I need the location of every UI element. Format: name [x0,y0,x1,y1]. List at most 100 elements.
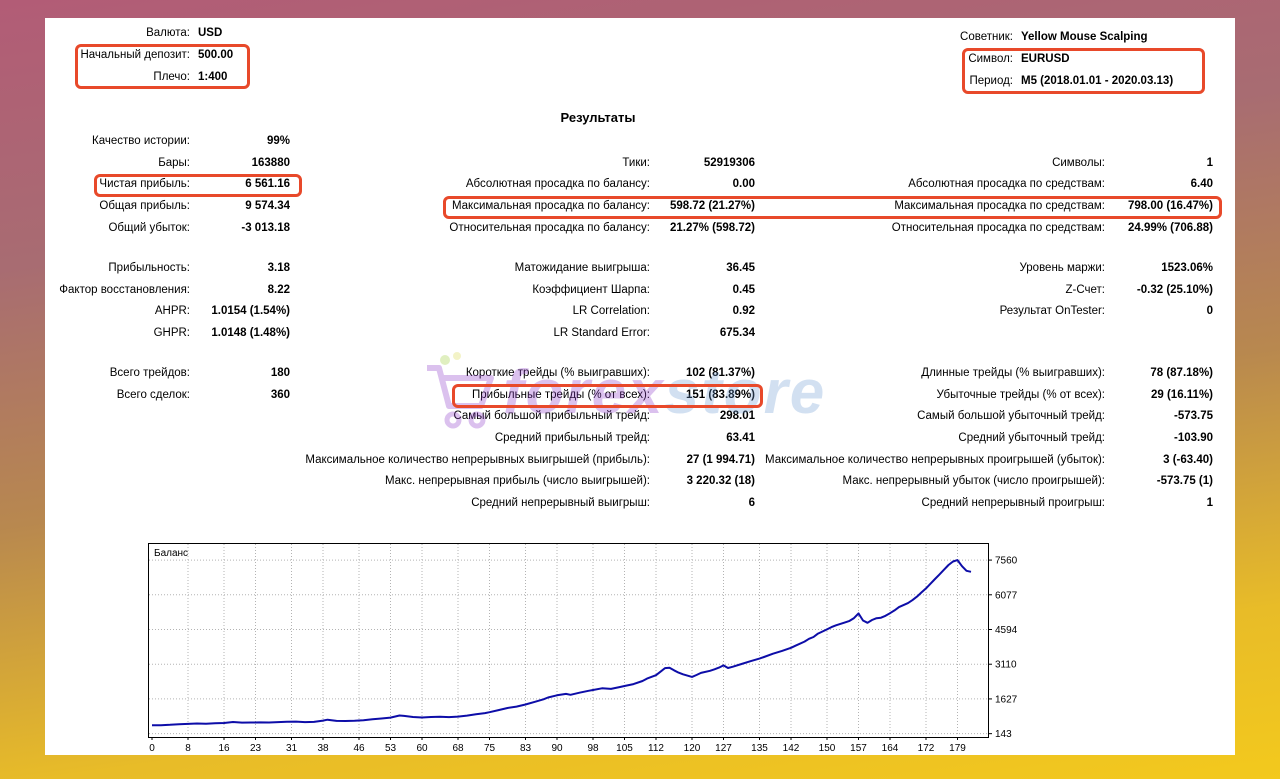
x-tick-label: 105 [616,743,633,754]
stat-value: 0.00 [650,174,755,196]
stat-label: Тики: [290,153,650,175]
x-tick-label: 90 [551,743,563,754]
stats-section-ratios: Прибыльность:3.18Матожидание выигрыша:36… [45,258,1213,345]
account-info-right: Советник: Yellow Mouse Scalping Символ: … [745,26,1173,92]
stat-label [45,493,190,515]
currency-value: USD [198,22,222,44]
stat-value: 0 [1105,301,1213,323]
deposit-row: Начальный депозит: 500.00 [45,44,233,66]
stat-value: 6 [650,493,755,515]
x-tick-label: 8 [185,743,191,754]
stat-label: Средний убыточный трейд: [755,428,1105,450]
stat-value: 6.40 [1105,174,1213,196]
stat-label: Общий убыток: [45,218,190,240]
x-tick-label: 172 [918,743,935,754]
stat-label: Убыточные трейды (% от всех): [755,385,1105,407]
period-row: Период: M5 (2018.01.01 - 2020.03.13) [745,70,1173,92]
stat-value [1105,131,1213,153]
y-tick-label: 1627 [995,694,1018,705]
stat-value: 0.92 [650,301,755,323]
y-tick-label: 6077 [995,590,1018,601]
stat-label: Максимальное количество непрерывных прои… [755,450,1105,472]
x-tick-label: 157 [850,743,867,754]
x-tick-label: 164 [882,743,899,754]
x-tick-label: 120 [684,743,701,754]
stat-label: Самый большой убыточный трейд: [755,406,1105,428]
stat-value: 3 (-63.40) [1105,450,1213,472]
stat-value: 298.01 [650,406,755,428]
stat-value: 798.00 (16.47%) [1105,196,1213,218]
x-tick-label: 135 [751,743,768,754]
stat-label: Матожидание выигрыша: [290,258,650,280]
stat-label: Символы: [755,153,1105,175]
expert-label: Советник: [745,26,1013,48]
stat-value: 99% [190,131,290,153]
x-tick-label: 75 [484,743,496,754]
symbol-row: Символ: EURUSD [745,48,1173,70]
x-tick-label: 142 [783,743,800,754]
stat-value [650,131,755,153]
stat-value: 3.18 [190,258,290,280]
period-label: Период: [745,70,1013,92]
stat-label [45,406,190,428]
leverage-value: 1:400 [198,66,227,88]
y-tick-label: 7560 [995,556,1018,567]
stat-label: Коэффициент Шарпа: [290,280,650,302]
x-tick-label: 53 [385,743,397,754]
leverage-row: Плечо: 1:400 [45,66,233,88]
stat-value: 27 (1 994.71) [650,450,755,472]
expert-row: Советник: Yellow Mouse Scalping [745,26,1173,48]
stats-section-trades: Всего трейдов:180Короткие трейды (% выиг… [45,363,1213,515]
stat-label: LR Standard Error: [290,323,650,345]
stat-value: 0.45 [650,280,755,302]
stat-value: 8.22 [190,280,290,302]
x-tick-label: 112 [648,743,664,754]
leverage-label: Плечо: [45,66,190,88]
stat-label: Самый большой прибыльный трейд: [290,406,650,428]
stat-value: 1.0154 (1.54%) [190,301,290,323]
x-tick-label: 23 [250,743,262,754]
stat-value: -0.32 (25.10%) [1105,280,1213,302]
stat-label [45,471,190,493]
stat-value: 102 (81.37%) [650,363,755,385]
x-tick-label: 16 [218,743,230,754]
stat-label [755,131,1105,153]
stat-label: Бары: [45,153,190,175]
currency-label: Валюта: [45,22,190,44]
stat-value: 36.45 [650,258,755,280]
stat-value: -573.75 [1105,406,1213,428]
deposit-label: Начальный депозит: [45,44,190,66]
stat-label [45,450,190,472]
stat-value: 24.99% (706.88) [1105,218,1213,240]
stat-label: Макс. непрерывный убыток (число проигрыш… [755,471,1105,493]
deposit-value: 500.00 [198,44,233,66]
stat-value: 598.72 (21.27%) [650,196,755,218]
stat-value: 360 [190,385,290,407]
stat-value [190,471,290,493]
stat-label: Качество истории: [45,131,190,153]
page-title: Результаты [45,110,1151,125]
stat-label: Прибыльные трейды (% от всех): [290,385,650,407]
stat-label: Фактор восстановления: [45,280,190,302]
stat-value: -103.90 [1105,428,1213,450]
x-tick-label: 83 [520,743,532,754]
stat-label: Всего сделок: [45,385,190,407]
stat-value: 21.27% (598.72) [650,218,755,240]
x-tick-label: 46 [353,743,365,754]
currency-row: Валюта: USD [45,22,233,44]
stat-value: 63.41 [650,428,755,450]
stat-value: 151 (83.89%) [650,385,755,407]
stat-value: 1 [1105,493,1213,515]
y-tick-label: 4594 [995,625,1018,636]
stat-value [190,450,290,472]
period-value: M5 (2018.01.01 - 2020.03.13) [1021,70,1173,92]
y-tick-label: 143 [995,729,1012,740]
stat-value: 29 (16.11%) [1105,385,1213,407]
stat-label [755,323,1105,345]
stat-label: Прибыльность: [45,258,190,280]
x-tick-label: 60 [416,743,428,754]
chart-title: Баланс [154,548,188,559]
symbol-value: EURUSD [1021,48,1070,70]
x-tick-label: 98 [587,743,599,754]
stat-label: Чистая прибыль: [45,174,190,196]
